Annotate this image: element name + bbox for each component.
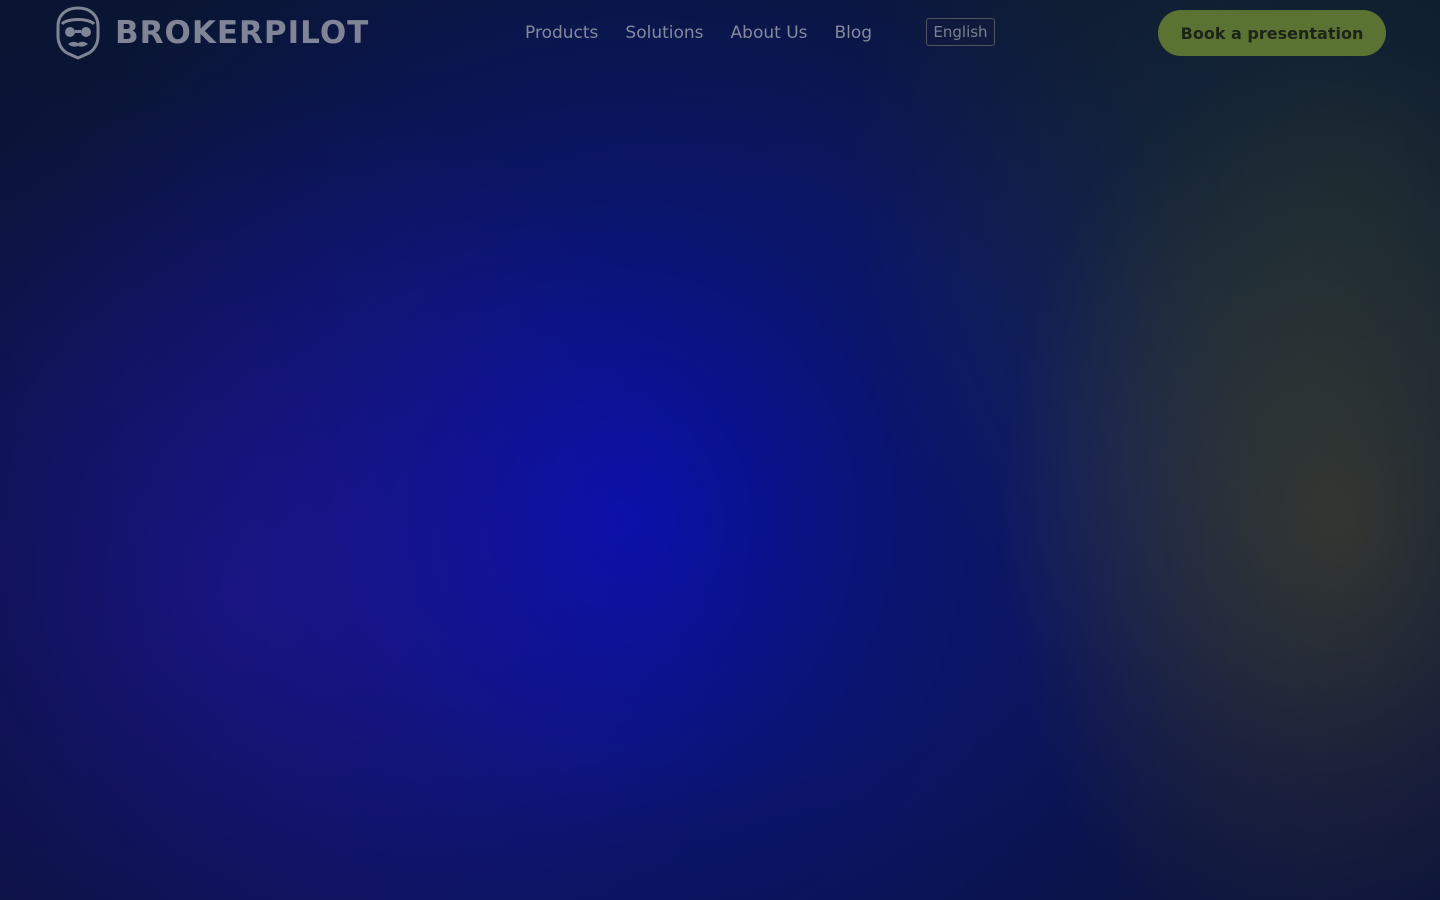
brand-logo-link[interactable]: BROKERPILOT bbox=[53, 6, 369, 60]
main-nav: Products Solutions About Us Blog bbox=[525, 22, 872, 44]
nav-item-about-us[interactable]: About Us bbox=[731, 22, 808, 44]
nav-item-products[interactable]: Products bbox=[525, 22, 598, 44]
site-header: BROKERPILOT Products Solutions About Us … bbox=[0, 0, 1440, 68]
pilot-face-icon bbox=[56, 6, 100, 60]
nav-item-blog[interactable]: Blog bbox=[835, 22, 873, 44]
language-select-value: English bbox=[933, 23, 988, 41]
language-select[interactable]: English bbox=[926, 18, 995, 46]
book-presentation-button[interactable]: Book a presentation bbox=[1158, 10, 1386, 56]
nav-item-solutions[interactable]: Solutions bbox=[625, 22, 703, 44]
brand-name: BROKERPILOT bbox=[115, 15, 370, 51]
hero-background bbox=[0, 0, 1440, 900]
